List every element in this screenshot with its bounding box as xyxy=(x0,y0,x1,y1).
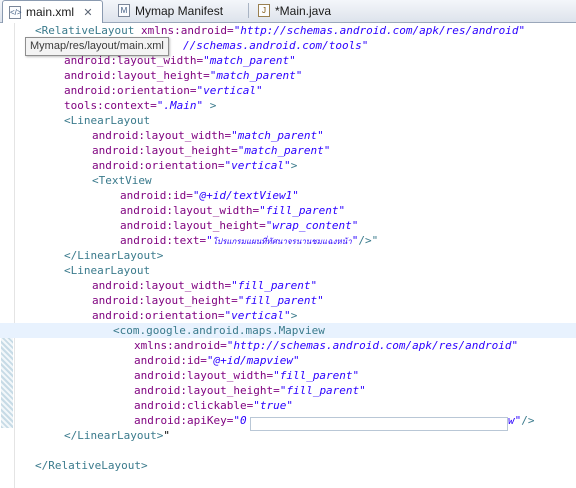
file-path-tooltip: Mymap/res/layout/main.xml xyxy=(25,37,169,56)
code-line-11: <TextView xyxy=(92,174,152,187)
tab-mymap-manifest[interactable]: M Mymap Manifest xyxy=(112,0,249,21)
code-line-20: android:orientation="vertical"> xyxy=(92,309,298,322)
code-line-25: android:layout_height="fill_parent" xyxy=(134,384,366,397)
code-line-26: android:clickable="true" xyxy=(134,399,293,412)
code-line-4: android:layout_height="match_parent" xyxy=(64,69,303,82)
code-line-21: <com.google.android.maps.Mapview xyxy=(0,323,576,338)
close-icon[interactable]: ✕ xyxy=(82,6,94,19)
code-line-9: android:layout_height="match_parent" xyxy=(92,144,331,157)
code-line-24: android:layout_width="fill_parent" xyxy=(134,369,360,382)
tab-label: main.xml xyxy=(26,5,75,19)
tab-separator xyxy=(248,3,249,18)
code-line-10: android:orientation="vertical"> xyxy=(92,159,298,172)
code-line-6: tools:context=".Main" > xyxy=(64,99,217,112)
android-xml-file-icon: </> xyxy=(9,5,22,19)
code-line-22: xmlns:android="http://schemas.android.co… xyxy=(134,339,519,352)
code-line-17: <LinearLayout xyxy=(64,264,151,277)
tab-main-xml[interactable]: </> main.xml ✕ xyxy=(2,0,103,23)
code-line-30: </RelativeLayout> xyxy=(35,459,148,472)
tab-main-java[interactable]: J *Main.java xyxy=(252,0,362,21)
code-line-19: android:layout_height="fill_parent" xyxy=(92,294,324,307)
code-line-15: android:text="โปรแกรมแผนที่ทัศนาจรนานชมแ… xyxy=(120,234,379,247)
code-line-7: <LinearLayout xyxy=(64,114,151,127)
code-line-5: android:orientation="vertical" xyxy=(64,84,263,97)
tab-label: *Main.java xyxy=(275,3,332,18)
tab-label: Mymap Manifest xyxy=(135,3,224,18)
code-line-16: </LinearLayout> xyxy=(64,249,164,262)
java-file-icon: J xyxy=(258,4,270,17)
code-line-1: <RelativeLayout xmlns:android="http://sc… xyxy=(35,24,526,37)
code-line-13: android:layout_width="fill_parent" xyxy=(120,204,346,217)
code-line-18: android:layout_width="fill_parent" xyxy=(92,279,318,292)
code-line-8: android:layout_width="match_parent" xyxy=(92,129,324,142)
code-line-23: android:id="@+id/mapview" xyxy=(134,354,300,367)
code-line-12: android:id="@+id/textView1" xyxy=(120,189,299,202)
editor-tab-bar: </> main.xml ✕ M Mymap Manifest J *Main.… xyxy=(0,0,576,23)
android-manifest-file-icon: M xyxy=(118,4,130,17)
code-line-14: android:layout_height="wrap_content" xyxy=(120,219,359,232)
redacted-api-key xyxy=(250,417,508,431)
